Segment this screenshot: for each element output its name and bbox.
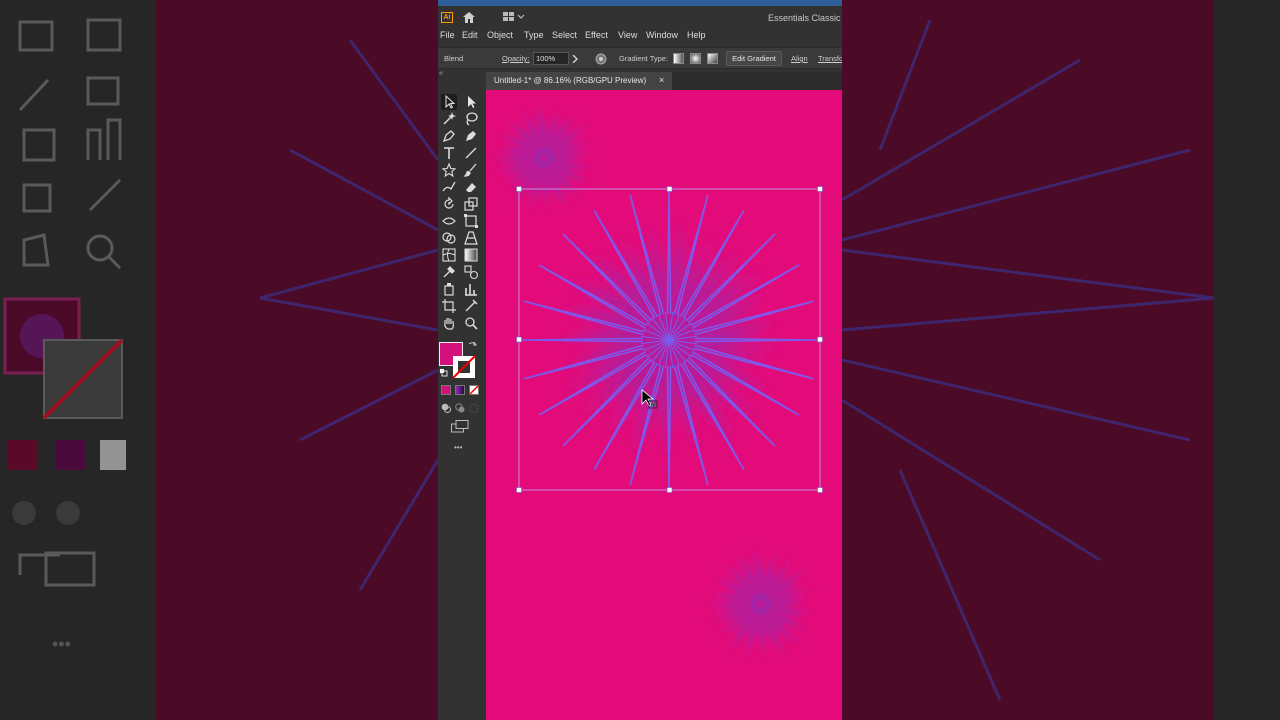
menu-object[interactable]: Object [487,30,513,40]
draw-normal-icon[interactable] [441,403,451,413]
freeform-gradient-icon[interactable] [707,53,718,64]
screen: ••• Ai Essentials Classic File Edit Obje… [0,0,1280,720]
background-right-canvas [842,0,1214,720]
close-tab-icon[interactable]: × [659,75,664,85]
eyedropper-tool-icon[interactable] [441,264,457,280]
collapse-panel-icon[interactable]: « [439,70,443,77]
application-bar: Ai Essentials Classic [438,6,842,28]
menu-window[interactable]: Window [646,30,678,40]
illustrator-logo-icon: Ai [441,12,453,23]
radial-gradient-icon[interactable] [690,53,701,64]
color-mode-icon[interactable] [441,385,451,395]
gradient-tool-icon[interactable] [463,247,479,263]
background-left-canvas [156,0,438,720]
star-tool-icon[interactable] [441,162,457,178]
draw-behind-icon[interactable] [455,403,465,413]
document-tab-bar: Untitled-1* @ 86.16% (RGB/GPU Preview) × [486,72,842,90]
object-type-label: Blend [444,54,464,63]
linear-gradient-icon[interactable] [673,53,684,64]
align-link[interactable]: Align [791,54,808,63]
blurred-flower-top [486,98,599,215]
column-graph-tool-icon[interactable] [463,281,479,297]
illustrator-window: Ai Essentials Classic File Edit Object T… [438,0,842,720]
default-fill-stroke-icon[interactable] [439,368,448,377]
opacity-label[interactable]: Opacity: [502,54,530,63]
line-segment-tool-icon[interactable] [463,145,479,161]
paintbrush-tool-icon[interactable] [463,162,479,178]
home-icon[interactable] [462,11,476,24]
background-left-panel [0,0,156,720]
symbol-sprayer-tool-icon[interactable] [441,281,457,297]
direct-selection-tool-icon[interactable] [463,94,479,110]
type-tool-icon[interactable] [441,145,457,161]
selection-tool-icon[interactable] [441,94,457,110]
free-transform-tool-icon[interactable] [463,213,479,229]
blend-tool-icon[interactable] [463,264,479,280]
menu-bar: File Edit Object Type Select Effect View… [438,28,842,44]
stroke-swatch[interactable] [452,355,476,379]
pen-tool-icon[interactable] [441,128,457,144]
menu-view[interactable]: View [618,30,637,40]
zoom-tool-icon[interactable] [463,315,479,331]
menu-file[interactable]: File [440,30,455,40]
curvature-tool-icon[interactable] [463,128,479,144]
draw-inside-icon[interactable] [469,403,479,413]
artboard-tool-icon[interactable] [441,298,457,314]
gradient-mode-icon[interactable] [455,385,465,395]
edit-toolbar-icon[interactable]: ••• [454,443,462,452]
mesh-tool-icon[interactable] [441,247,457,263]
blend-starburst [518,189,820,491]
none-mode-icon[interactable] [469,385,479,395]
change-screen-mode-icon[interactable] [451,420,469,433]
shape-builder-tool-icon[interactable] [441,230,457,246]
magic-wand-tool-icon[interactable] [441,111,457,127]
arrange-documents-icon[interactable] [503,12,525,22]
blurred-flower-bottom [699,542,818,663]
shaper-tool-icon[interactable] [441,179,457,195]
workspace-switcher[interactable]: Essentials Classic [768,13,841,23]
background-right-panel [1214,0,1280,720]
edit-gradient-button[interactable]: Edit Gradient [726,51,782,66]
swap-fill-stroke-icon[interactable] [468,341,477,350]
menu-effect[interactable]: Effect [585,30,608,40]
artwork [486,98,823,663]
artboard-canvas[interactable] [486,90,842,720]
scale-tool-icon[interactable] [463,196,479,212]
document-tab[interactable]: Untitled-1* @ 86.16% (RGB/GPU Preview) × [486,72,672,90]
slice-tool-icon[interactable] [463,298,479,314]
recolor-artwork-icon[interactable] [595,53,607,65]
menu-select[interactable]: Select [552,30,577,40]
document-tab-title: Untitled-1* @ 86.16% (RGB/GPU Preview) [494,76,647,85]
perspective-grid-tool-icon[interactable] [463,230,479,246]
menu-help[interactable]: Help [687,30,706,40]
gradient-type-label: Gradient Type: [619,54,669,63]
width-tool-icon[interactable] [441,213,457,229]
toolbox-panel: « ••• [438,70,486,720]
eraser-tool-icon[interactable] [463,179,479,195]
opacity-chevron-icon[interactable] [572,55,578,63]
control-bar: Blend Opacity: 100% Gradient Type: Edit … [438,47,842,69]
rotate-tool-icon[interactable] [441,196,457,212]
menu-edit[interactable]: Edit [462,30,478,40]
opacity-input[interactable]: 100% [533,52,569,65]
transform-link[interactable]: Transform [818,54,842,63]
menu-type[interactable]: Type [524,30,544,40]
hand-tool-icon[interactable] [441,315,457,331]
lasso-tool-icon[interactable] [463,111,479,127]
